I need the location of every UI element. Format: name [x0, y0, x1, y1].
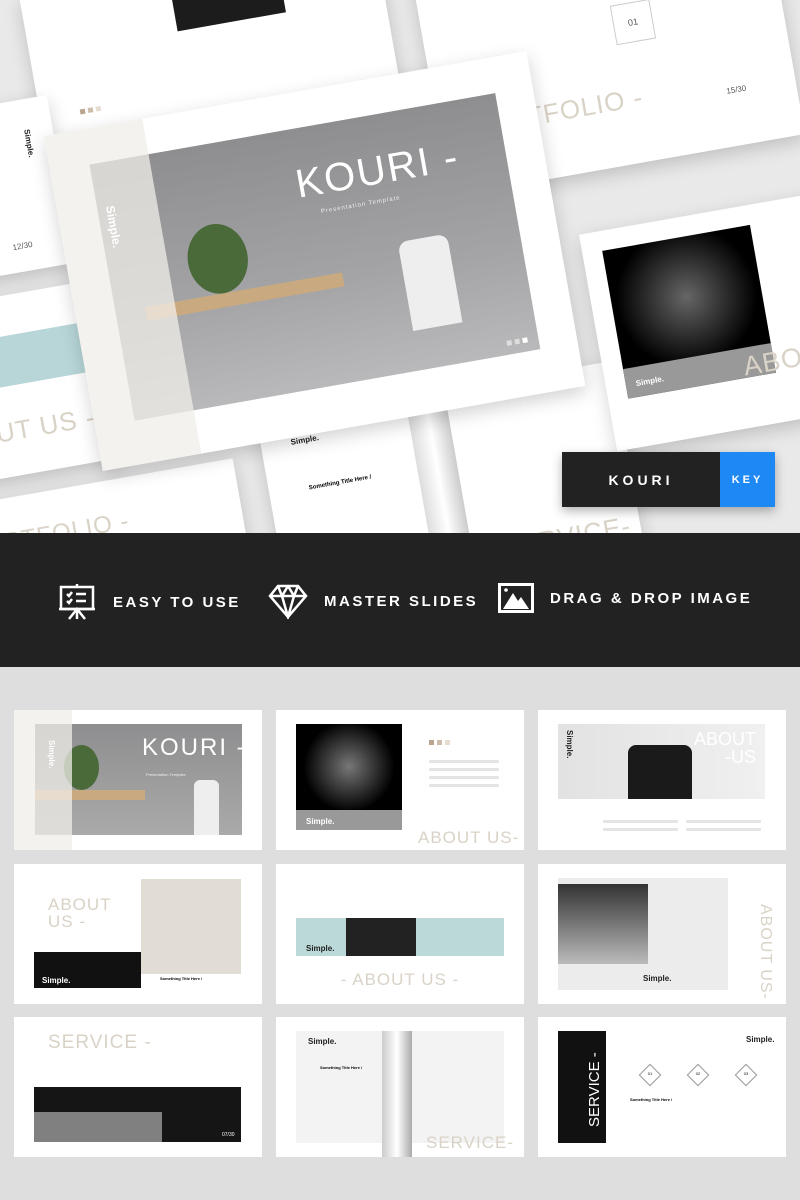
slide-text: SERVICE- [500, 510, 634, 533]
slide-text: Presentation Template [146, 772, 186, 777]
slide-text: Simple. [22, 128, 36, 159]
slide-text: -US [725, 747, 756, 767]
slide-text: RTFOLIO - [1, 507, 132, 533]
slide-text: ABOUT [693, 729, 756, 749]
feature-drag-drop: DRAG & DROP IMAGE [498, 583, 752, 613]
slide-thumb-7[interactable]: SERVICE - 07/30 [14, 1017, 262, 1157]
diamond-icon [268, 584, 308, 619]
slide-thumb-1[interactable]: KOURI - Presentation Template Simple. [14, 710, 262, 850]
slide-text: ABOUT US- [418, 828, 520, 847]
slide-text: SERVICE - [48, 1032, 152, 1053]
slide-text: ABOUT US- [757, 904, 774, 1000]
slide-text: Something Title Here / [160, 976, 203, 981]
slide-text: 07/30 [222, 1132, 235, 1138]
slide-thumb-3[interactable]: Simple. ABOUT -US [538, 710, 786, 850]
slide-text: DRAG & DROP IMAGE [550, 589, 753, 607]
slide-text: Simple. [306, 944, 335, 953]
slide-text: - ABOUT US - [340, 970, 460, 989]
slide-about: Simple. [579, 182, 800, 452]
slide-thumb-9[interactable]: SERVICE - Simple. 01 02 03 Something Tit… [538, 1017, 786, 1157]
slide-text: Simple. [42, 976, 71, 985]
slide-text: Simple. [565, 730, 574, 759]
feature-easy: EASY TO USE [57, 583, 241, 621]
slide-text: 03 [743, 1071, 749, 1076]
slide-text: Something Title Here / [630, 1097, 673, 1102]
slide-text: MASTER SLIDES [324, 592, 479, 610]
slide-text: Simple. [306, 817, 335, 826]
slide-text: EASY TO USE [113, 593, 241, 611]
collage-area: 01 PORTFOLIO - 15/30 Simple. 12/30 OUT U… [0, 0, 800, 533]
slide-thumb-5[interactable]: Simple. - ABOUT US - [276, 864, 524, 1004]
slide-text: US - [48, 912, 86, 931]
slide-text: SERVICE- [426, 1133, 514, 1152]
slide-text: ABOUT [48, 895, 112, 914]
presentation-board-icon [59, 584, 95, 620]
slide-text: Simple. [47, 740, 56, 769]
slide-text: Simple. [746, 1035, 775, 1044]
slide-thumb-4[interactable]: ABOUT US - Simple. Something Title Here / [14, 864, 262, 1004]
slide-text: Something Title Here / [320, 1065, 363, 1070]
image-icon [498, 583, 534, 613]
slide-text: 01 [609, 0, 657, 46]
slide-thumb-8[interactable]: Simple. Something Title Here / SERVICE- [276, 1017, 524, 1157]
slide-text: KEY [720, 452, 775, 507]
slide-thumb-6[interactable]: Simple. ABOUT US- [538, 864, 786, 1004]
slide-text: 02 [695, 1071, 701, 1076]
slide-text: Simple. [643, 974, 672, 983]
product-badge: KOURI KEY [562, 452, 775, 507]
slide-text: SERVICE - [586, 1052, 603, 1127]
slide-text: KOURI [562, 452, 720, 507]
slide-text: 12/30 [11, 239, 34, 253]
slide-text: 15/30 [725, 83, 747, 96]
slide-text: Simple. [308, 1037, 337, 1046]
feature-master: MASTER SLIDES [268, 583, 478, 619]
slide-text: OUT US - [0, 401, 98, 453]
slide-text: 01 [647, 1071, 653, 1076]
slide-thumb-2[interactable]: Simple. ABOUT US- [276, 710, 524, 850]
slide-text: Something Title Here / [308, 474, 372, 492]
slide-text: KOURI - [142, 734, 247, 761]
